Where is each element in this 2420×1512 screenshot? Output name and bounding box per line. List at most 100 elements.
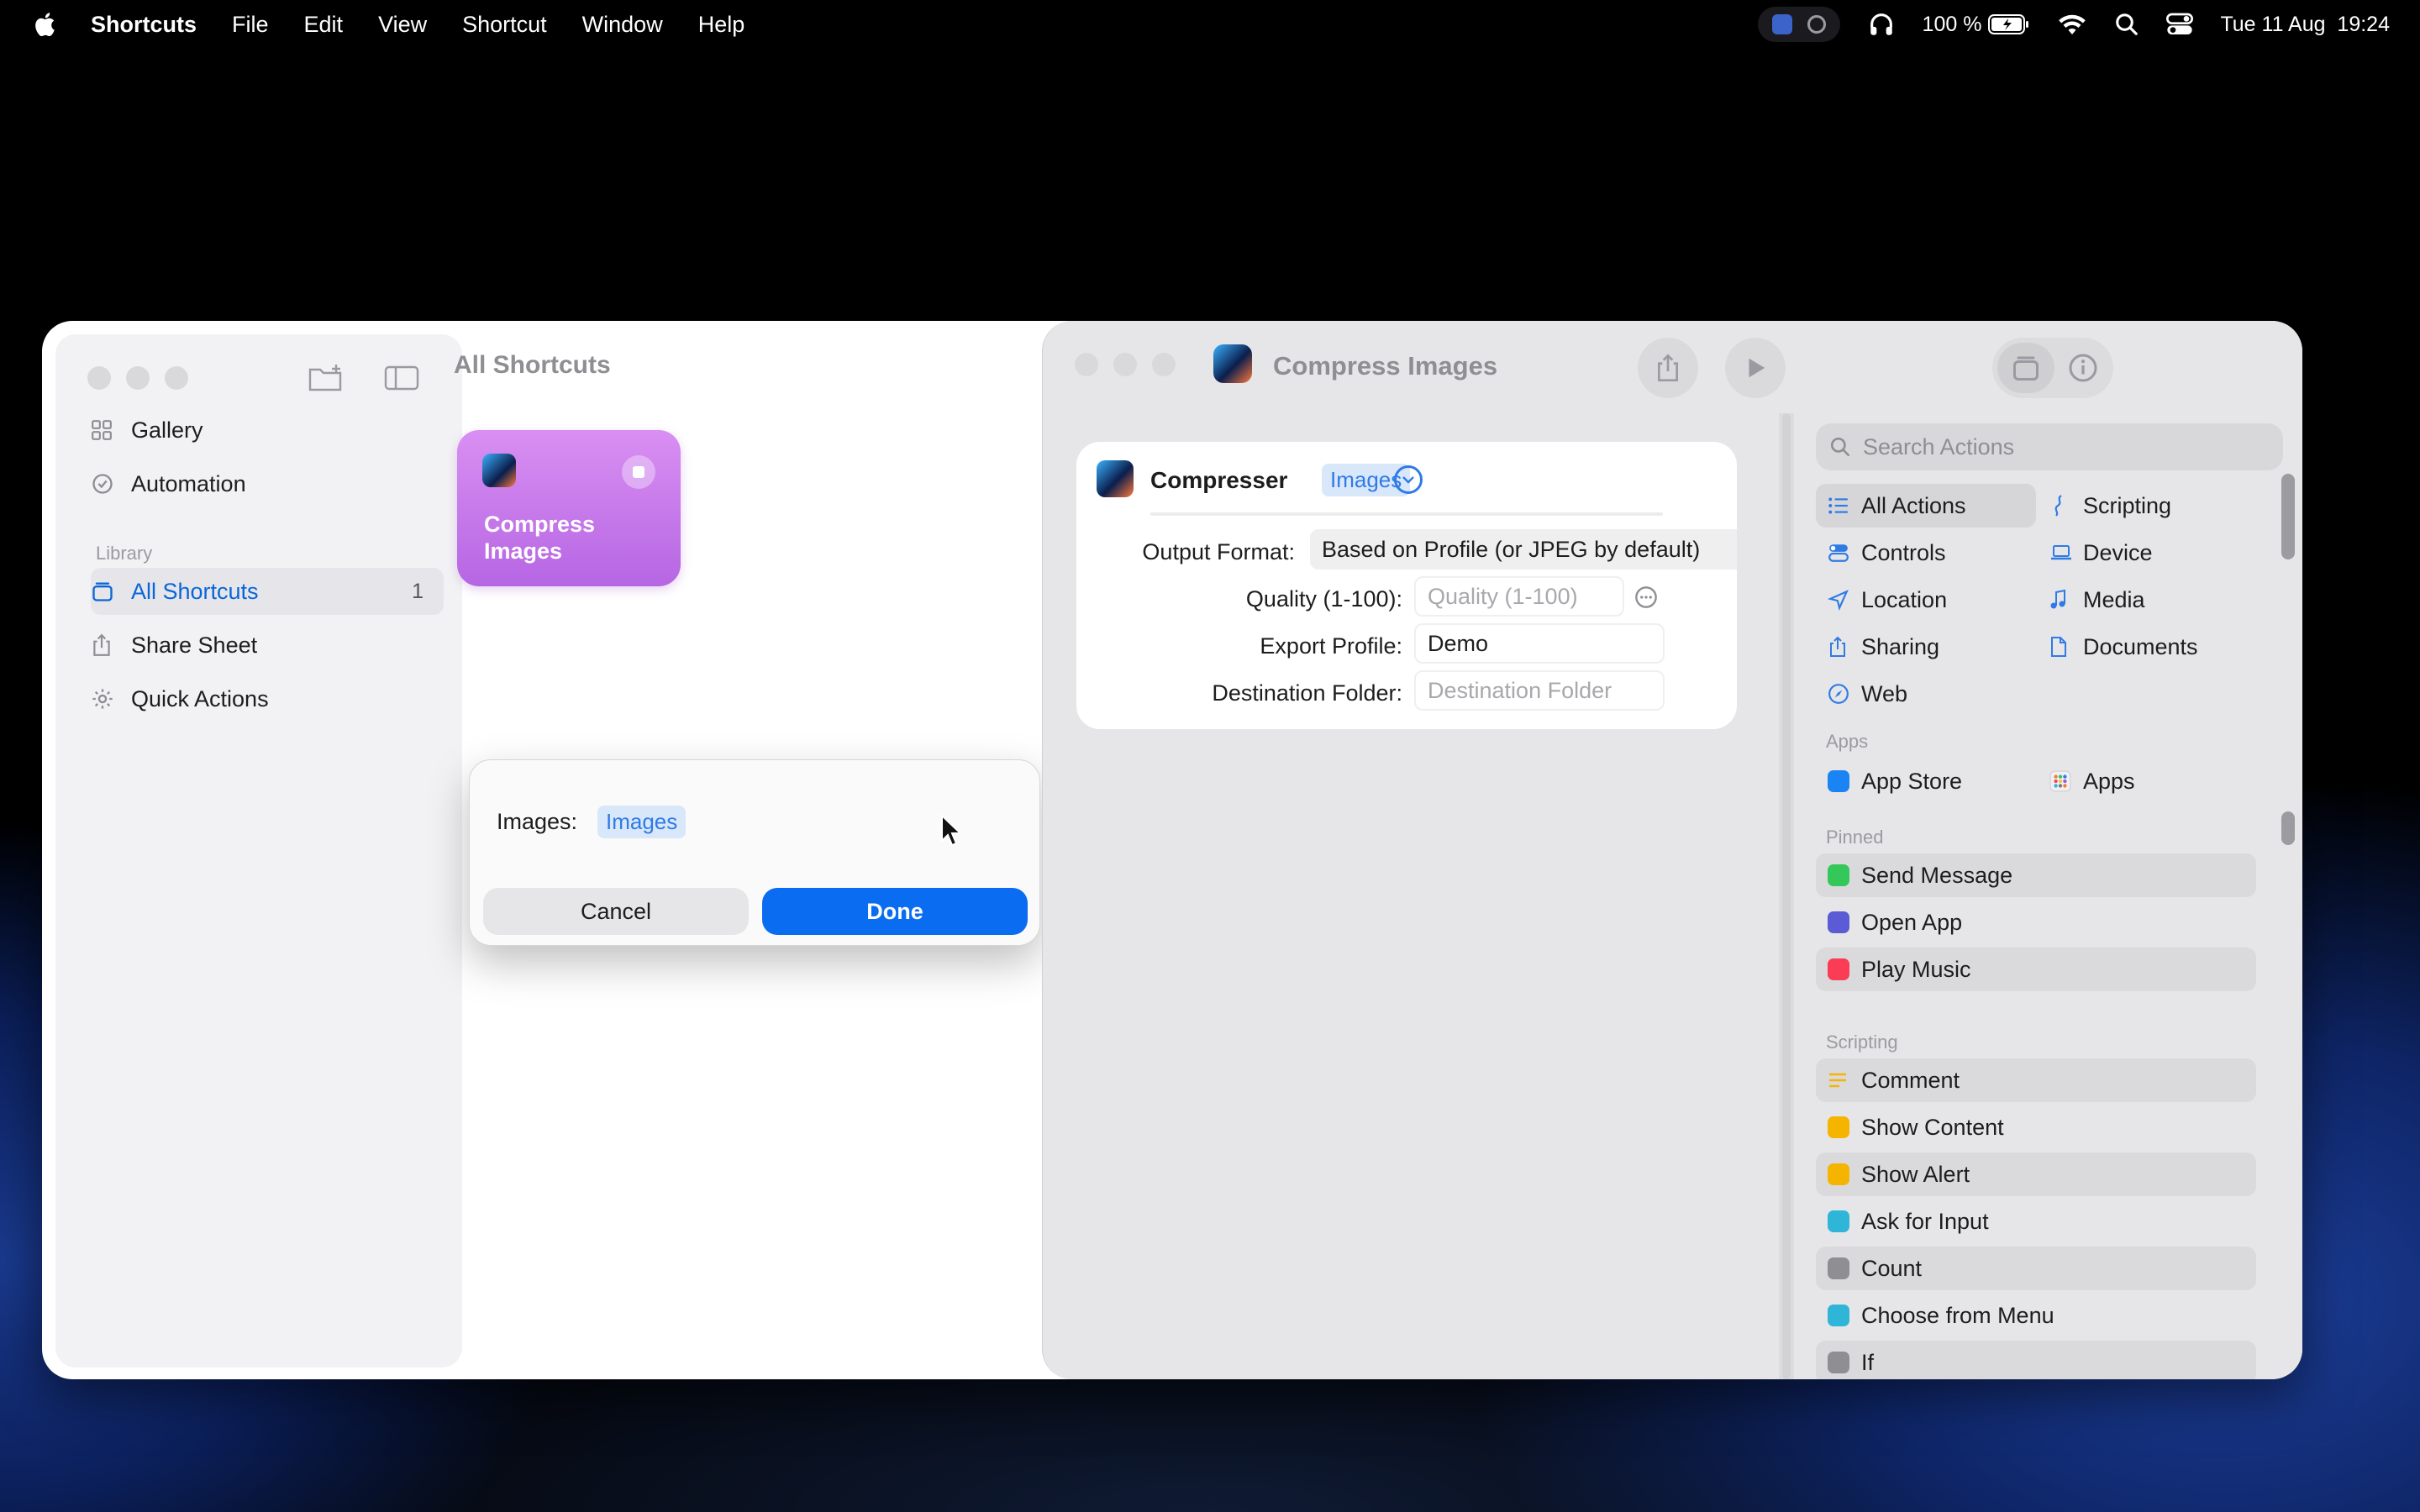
focus-status-icon[interactable] (1757, 7, 1840, 42)
apps-item[interactable]: Apps (2038, 759, 2256, 803)
app-store-item[interactable]: App Store (1816, 759, 2036, 803)
minimize-window-button[interactable] (1113, 353, 1137, 376)
menu-bar: Shortcuts File Edit View Shortcut Window… (0, 0, 2420, 49)
output-format-field[interactable]: Based on Profile (or JPEG by default) (1310, 529, 1737, 570)
headphones-icon[interactable] (1867, 10, 1896, 39)
pinned-open-app[interactable]: Open App (1816, 900, 2256, 944)
scripting-choose-from-menu[interactable]: Choose from Menu (1816, 1294, 2256, 1337)
show-alert-icon (1828, 1163, 1849, 1185)
sidebar-toggle-icon[interactable] (383, 363, 420, 393)
action-card-compresser[interactable]: Compresser Images Output Format: Based o… (1076, 442, 1737, 729)
category-all-actions[interactable]: All Actions (1816, 484, 2036, 528)
sidebar-item-gallery[interactable]: Gallery (91, 407, 444, 454)
menubar-clock[interactable]: Tue 11 Aug 19:24 (2220, 13, 2390, 37)
category-controls[interactable]: Controls (1816, 531, 2036, 575)
messages-icon (1828, 864, 1849, 886)
share-button[interactable] (1638, 338, 1698, 398)
quality-field[interactable]: Quality (1-100) (1414, 576, 1624, 617)
category-sharing[interactable]: Sharing (1816, 625, 2036, 669)
compresser-app-icon (1097, 460, 1134, 497)
menu-shortcut[interactable]: Shortcut (462, 12, 547, 38)
list-icon (1828, 497, 1848, 514)
category-documents[interactable]: Documents (2038, 625, 2256, 669)
scripting-show-alert[interactable]: Show Alert (1816, 1152, 2256, 1196)
shortcut-tile-compress-images[interactable]: Compress Images (457, 430, 681, 586)
pinned-send-message[interactable]: Send Message (1816, 853, 2256, 897)
scripting-show-content[interactable]: Show Content (1816, 1105, 2256, 1149)
control-center-icon[interactable] (2166, 12, 2194, 37)
expand-action-button[interactable] (1394, 465, 1423, 494)
more-options-icon[interactable] (1634, 585, 1658, 609)
cancel-button[interactable]: Cancel (483, 888, 749, 935)
menu-file[interactable]: File (232, 12, 269, 38)
category-label: Sharing (1861, 633, 1940, 659)
menu-edit[interactable]: Edit (304, 12, 344, 38)
search-icon (1830, 437, 1850, 457)
category-label: Web (1861, 680, 1908, 706)
export-profile-field[interactable]: Demo (1414, 623, 1665, 664)
menu-app-name[interactable]: Shortcuts (91, 12, 197, 38)
destination-folder-field[interactable]: Destination Folder (1414, 670, 1665, 711)
sidebar-item-quick-actions[interactable]: Quick Actions (91, 675, 444, 722)
run-button[interactable] (1725, 338, 1786, 398)
scripting-comment[interactable]: Comment (1816, 1058, 2256, 1102)
show-content-icon (1828, 1116, 1849, 1138)
if-branch-icon (1828, 1352, 1849, 1373)
search-actions-field[interactable]: Search Actions (1816, 423, 2283, 470)
menu-window[interactable]: Window (582, 12, 663, 38)
category-label: Location (1861, 586, 1948, 612)
inspector-toggle (1992, 338, 2113, 398)
details-button[interactable] (2063, 348, 2103, 388)
app-label: App Store (1861, 768, 1963, 794)
battery-percent: 100 % (1922, 12, 1982, 36)
scripting-count[interactable]: Count (1816, 1247, 2256, 1290)
editor-title[interactable]: Compress Images (1273, 351, 1497, 381)
category-media[interactable]: Media (2038, 578, 2256, 622)
editor-window-controls (1075, 353, 1176, 376)
category-web[interactable]: Web (1816, 672, 2036, 716)
library-toggle-button[interactable] (1997, 343, 2054, 393)
category-device[interactable]: Device (2038, 531, 2256, 575)
apple-menu-icon[interactable] (32, 10, 60, 39)
comment-icon (1829, 1073, 1846, 1088)
gear-icon (92, 689, 113, 709)
sidebar-item-share-sheet[interactable]: Share Sheet (91, 622, 444, 669)
stop-shortcut-button[interactable] (622, 455, 655, 489)
library-scrollbar-knob[interactable] (2281, 811, 2295, 845)
library-scrollbar-thumb[interactable] (2281, 474, 2295, 559)
close-window-button[interactable] (1075, 353, 1098, 376)
pinned-play-music[interactable]: Play Music (1816, 948, 2256, 991)
laptop-icon (2051, 545, 2071, 560)
minimize-window-button[interactable] (126, 366, 150, 390)
wifi-icon[interactable] (2057, 12, 2087, 37)
scripting-ask-for-input[interactable]: Ask for Input (1816, 1200, 2256, 1243)
pinned-section-title: Pinned (1826, 827, 1884, 848)
apps-section-title: Apps (1826, 731, 1869, 752)
zoom-window-button[interactable] (165, 366, 188, 390)
sidebar-item-label: Quick Actions (131, 685, 269, 711)
category-label: Media (2083, 586, 2145, 612)
category-location[interactable]: Location (1816, 578, 2036, 622)
action-library-icon (2013, 356, 2039, 381)
scripting-icon (2054, 495, 2062, 517)
action-label: Choose from Menu (1861, 1302, 2054, 1328)
zoom-window-button[interactable] (1152, 353, 1176, 376)
new-folder-icon[interactable] (308, 363, 345, 393)
share-icon (1830, 636, 1845, 657)
done-button[interactable]: Done (762, 888, 1028, 935)
shortcut-icon[interactable] (1213, 344, 1252, 383)
sidebar-item-all-shortcuts[interactable]: All Shortcuts 1 (91, 568, 444, 615)
images-token[interactable]: Images (597, 806, 687, 838)
action-label: Comment (1861, 1067, 1960, 1093)
sidebar-item-automation[interactable]: Automation (91, 460, 444, 507)
menu-help[interactable]: Help (698, 12, 745, 38)
pane-divider[interactable] (1779, 413, 1794, 1379)
spotlight-search-icon[interactable] (2114, 12, 2139, 37)
apps-grid-icon (2049, 770, 2071, 792)
category-scripting[interactable]: Scripting (2038, 484, 2256, 528)
menu-view[interactable]: View (378, 12, 427, 38)
battery-status[interactable]: 100 % (1923, 13, 2031, 37)
scripting-if[interactable]: If (1816, 1341, 2256, 1379)
action-label: Open App (1861, 909, 1963, 935)
close-window-button[interactable] (87, 366, 111, 390)
